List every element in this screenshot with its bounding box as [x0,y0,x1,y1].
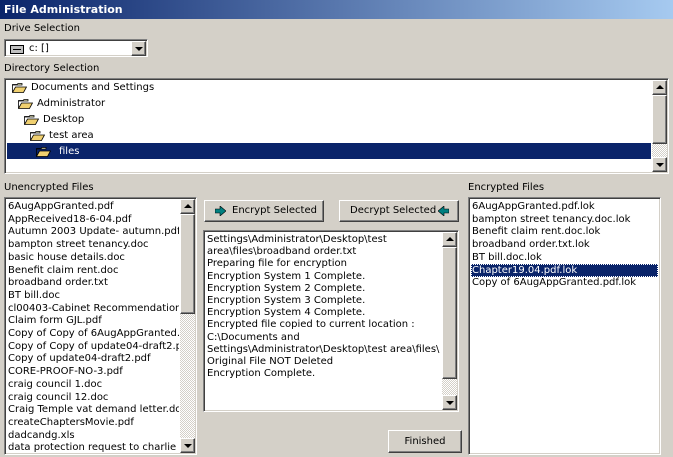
directory-tree[interactable]: Documents and Settings Administrator Deskt… [4,78,669,174]
finished-label: Finished [404,436,446,447]
encrypted-file-item[interactable]: Copy of 6AugAppGranted.pdf.lok [471,276,658,289]
chevron-down-icon [446,401,454,405]
unencrypted-file-item[interactable]: dadcandg.xls [7,429,179,442]
unencrypted-file-item[interactable]: createChaptersMovie.pdf [7,416,179,429]
folder-icon [12,83,27,93]
unencrypted-file-item[interactable]: Autumn 2003 Update- autumn.pdf [7,225,179,238]
decrypt-selected-button[interactable]: Decrypt Selected [339,200,459,222]
unencrypted-file-item[interactable]: Copy of update04-draft2.pdf [7,352,179,365]
tree-item-label: Desktop [43,114,85,125]
encrypted-file-item[interactable]: Benefit claim rent.doc.lok [471,225,658,238]
log-line: Original File NOT Deleted [207,356,334,367]
unencrypted-files-label: Unencrypted Files [4,182,94,193]
log-line: Encryption System 4 Complete. [207,307,366,319]
log-line: area\files\broadband order.txt [207,246,357,258]
drive-icon [10,45,24,54]
unencrypted-scrollbar[interactable] [180,199,195,453]
drive-combo[interactable]: c: [] [4,39,148,57]
scroll-down-button[interactable] [442,395,457,410]
folder-icon [18,99,33,109]
unencrypted-file-item[interactable]: BT bill.doc [7,289,179,302]
scroll-thumb[interactable] [652,95,667,144]
encrypted-file-item[interactable]: 6AugAppGranted.pdf.lok [471,200,658,213]
chevron-up-icon [656,85,664,89]
log-line: Preparing file for encryption [207,258,347,270]
encrypted-file-item[interactable]: broadband order.txt.lok [471,238,658,251]
tree-item-label: files [59,146,80,157]
log-line: Encryption Complete. [207,368,316,380]
tree-item[interactable]: test area [30,128,330,144]
arrow-right-icon [215,206,226,216]
unencrypted-file-item[interactable]: broadband order.txt [7,276,179,289]
unencrypted-file-item[interactable]: craig council 12.doc [7,391,179,404]
chevron-down-icon [184,444,192,448]
unencrypted-file-item[interactable]: Craig Temple vat demand letter.doc [7,403,179,416]
encrypted-file-item[interactable]: Chapter19.04.pdf.lok [471,263,658,277]
directory-selection-label: Directory Selection [4,63,100,74]
encrypted-files-label: Encrypted Files [468,182,545,193]
log-scrollbar[interactable] [442,232,457,410]
unencrypted-file-item[interactable]: AppReceived18-6-04.pdf [7,213,179,226]
log-line: Encryption System 3 Complete. [207,295,366,306]
decrypt-selected-label: Decrypt Selected [350,205,437,216]
finished-button[interactable]: Finished [388,430,462,453]
unencrypted-file-item[interactable]: bampton street tenancy.doc [7,238,179,251]
folder-icon [36,147,51,157]
tree-item[interactable]: Administrator [18,96,318,112]
log-line: Encryption System 2 Complete. [207,282,366,294]
log-line: C:\Documents and [207,331,300,343]
unencrypted-file-list[interactable]: 6AugAppGranted.pdf AppReceived18-6-04.pdf… [4,197,197,455]
scroll-up-button[interactable] [652,80,667,95]
log-line: Encrypted file copied to current locatio… [207,319,415,331]
scroll-up-button[interactable] [442,232,457,247]
unencrypted-file-item[interactable]: Benefit claim rent.doc [7,264,179,277]
drive-selection-label: Drive Selection [4,23,80,34]
tree-item[interactable]: files [36,144,336,160]
scroll-down-button[interactable] [652,157,667,172]
tree-item-label: Administrator [37,98,106,109]
chevron-up-icon [184,204,192,208]
unencrypted-file-item[interactable]: data protection request to charlie d [7,441,179,454]
window-title: File Administration [0,0,673,19]
scroll-thumb[interactable] [180,214,195,314]
encrypted-file-list[interactable]: 6AugAppGranted.pdf.lok bampton street ten… [468,197,661,455]
chevron-down-icon [656,163,664,167]
unencrypted-file-item[interactable]: Copy of Copy of update04-draft2.pdf [7,340,179,353]
folder-icon [30,131,45,141]
unencrypted-file-item[interactable]: craig council 1.doc [7,378,179,391]
unencrypted-file-item[interactable]: Claim form GJL.pdf [7,314,179,327]
log-line: Settings\Administrator\Desktop\test [207,234,387,245]
unencrypted-file-item[interactable]: cl00403-Cabinet Recommendations. [7,302,179,315]
drive-dropdown-button[interactable] [131,41,146,56]
unencrypted-file-item[interactable]: basic house details.doc [7,251,179,264]
unencrypted-file-item[interactable]: Copy of Copy of 6AugAppGranted.pc [7,327,179,340]
scroll-down-button[interactable] [180,438,195,453]
directory-scrollbar[interactable] [652,80,667,172]
tree-item-label: test area [49,130,94,141]
folder-icon [24,115,39,125]
tree-item-label: Documents and Settings [31,82,155,93]
encrypted-file-item[interactable]: BT bill.doc.lok [471,251,658,264]
log-line: Encryption System 1 Complete. [207,270,366,282]
scroll-thumb[interactable] [442,247,457,379]
scroll-up-button[interactable] [180,199,195,214]
chevron-up-icon [446,237,454,241]
encrypt-selected-button[interactable]: Encrypt Selected [204,200,324,222]
chevron-down-icon [135,47,143,51]
tree-item[interactable]: Documents and Settings [12,80,312,96]
encrypt-selected-label: Encrypt Selected [232,205,317,216]
tree-item[interactable]: Desktop [24,112,324,128]
log-line: Settings\Administrator\Desktop\test area… [207,343,440,355]
unencrypted-file-item[interactable]: CORE-PROOF-NO-3.pdf [7,365,179,378]
encrypted-file-item[interactable]: bampton street tenancy.doc.lok [471,213,658,226]
unencrypted-file-item[interactable]: 6AugAppGranted.pdf [7,200,179,213]
drive-value: c: [] [29,43,49,54]
arrow-left-icon [438,206,449,216]
encryption-log[interactable]: Settings\Administrator\Desktop\test area\… [203,230,459,412]
